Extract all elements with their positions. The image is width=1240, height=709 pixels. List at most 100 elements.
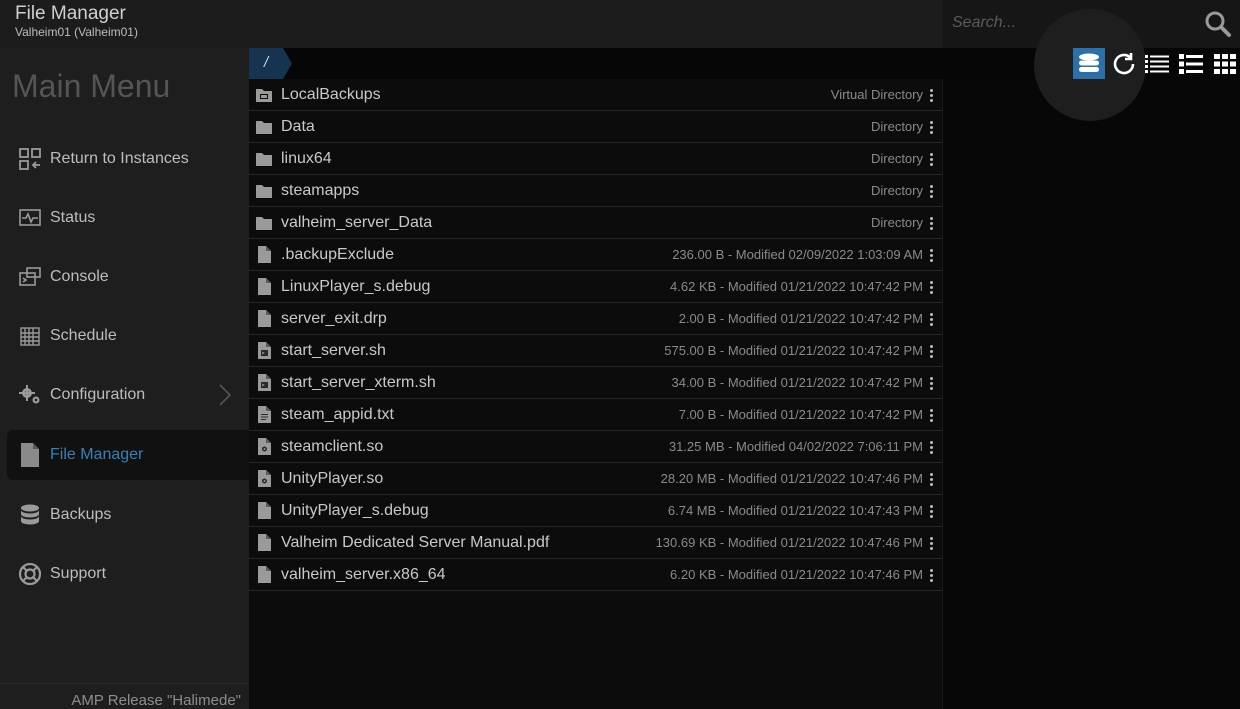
folder-icon [256, 182, 272, 200]
virtual-folder-icon [256, 86, 272, 104]
binary-file-icon [256, 438, 272, 456]
file-icon [256, 566, 272, 584]
more-options-icon[interactable] [928, 343, 934, 359]
file-row[interactable]: steamapps Directory [249, 175, 942, 207]
more-options-icon[interactable] [928, 471, 934, 487]
more-options-icon[interactable] [928, 407, 934, 423]
file-list: LocalBackups Virtual Directory Data Directo… [249, 79, 942, 709]
search-icon[interactable] [1204, 10, 1232, 38]
file-name: steamclient.so [281, 437, 384, 455]
file-name: Valheim Dedicated Server Manual.pdf [281, 533, 550, 551]
file-meta: 6.20 KB - Modified 01/21/2022 10:47:46 P… [670, 567, 923, 582]
schedule-icon [17, 323, 43, 349]
breadcrumb-root-label: / [264, 54, 269, 71]
file-name: server_exit.drp [281, 309, 387, 327]
sidebar-item-label: Backups [50, 506, 112, 523]
status-icon [17, 205, 43, 231]
sidebar-item-schedule[interactable]: Schedule [7, 311, 249, 361]
more-options-icon[interactable] [928, 119, 934, 135]
file-row[interactable]: Valheim Dedicated Server Manual.pdf 130.6… [249, 527, 942, 559]
sidebar-item-label: File Manager [50, 446, 144, 463]
database-icon [17, 502, 43, 528]
more-options-icon[interactable] [928, 567, 934, 583]
file-name: valheim_server_Data [281, 213, 433, 231]
file-icon [17, 442, 43, 468]
sidebar-item-backups[interactable]: Backups [7, 490, 249, 540]
instances-icon [17, 146, 43, 172]
file-row[interactable]: start_server.sh 575.00 B - Modified 01/21… [249, 335, 942, 367]
file-row[interactable]: steamclient.so 31.25 MB - Modified 04/02/… [249, 431, 942, 463]
file-row[interactable]: steam_appid.txt 7.00 B - Modified 01/21/2… [249, 399, 942, 431]
file-name: steam_appid.txt [281, 405, 394, 423]
more-options-icon[interactable] [928, 311, 934, 327]
file-name: valheim_server.x86_64 [281, 565, 446, 583]
more-options-icon[interactable] [928, 279, 934, 295]
file-meta: 6.74 MB - Modified 01/21/2022 10:47:43 P… [667, 503, 923, 518]
more-options-icon[interactable] [928, 151, 934, 167]
file-name: UnityPlayer_s.debug [281, 501, 429, 519]
file-icon [256, 278, 272, 296]
file-row[interactable]: UnityPlayer.so 28.20 MB - Modified 01/21/… [249, 463, 942, 495]
file-row[interactable]: start_server_xterm.sh 34.00 B - Modified … [249, 367, 942, 399]
main-menu-title: Main Menu [12, 68, 171, 104]
more-options-icon[interactable] [928, 535, 934, 551]
console-icon [17, 264, 43, 290]
sidebar-item-file-manager[interactable]: File Manager [7, 430, 249, 480]
file-row[interactable]: LocalBackups Virtual Directory [249, 79, 942, 111]
chevron-right-icon [219, 384, 232, 411]
file-row[interactable]: valheim_server_Data Directory [249, 207, 942, 239]
file-meta: 575.00 B - Modified 01/21/2022 10:47:42 … [664, 343, 923, 358]
file-meta: 236.00 B - Modified 02/09/2022 1:03:09 A… [672, 247, 923, 262]
datastore-icon[interactable] [1073, 48, 1105, 79]
file-row[interactable]: LinuxPlayer_s.debug 4.62 KB - Modified 01… [249, 271, 942, 303]
header: File Manager Valheim01 (Valheim01) [0, 0, 942, 48]
sidebar-item-console[interactable]: Console [7, 252, 249, 302]
sidebar-item-support[interactable]: Support [7, 549, 249, 599]
page-title: File Manager [15, 3, 126, 24]
script-file-icon [256, 342, 272, 360]
more-options-icon[interactable] [928, 215, 934, 231]
more-options-icon[interactable] [928, 439, 934, 455]
more-options-icon[interactable] [928, 87, 934, 103]
breadcrumb-root[interactable]: / [249, 48, 292, 79]
file-row[interactable]: server_exit.drp 2.00 B - Modified 01/21/2… [249, 303, 942, 335]
file-meta: 28.20 MB - Modified 01/21/2022 10:47:46 … [660, 471, 923, 486]
file-row[interactable]: valheim_server.x86_64 6.20 KB - Modified … [249, 559, 942, 591]
more-options-icon[interactable] [928, 247, 934, 263]
file-meta: Directory [870, 215, 923, 230]
sidebar-item-status[interactable]: Status [7, 193, 249, 243]
file-meta: Virtual Directory [830, 87, 923, 102]
file-row[interactable]: Data Directory [249, 111, 942, 143]
grid-view-icon[interactable] [1209, 48, 1240, 79]
file-meta: 7.00 B - Modified 01/21/2022 10:47:42 PM [678, 407, 923, 422]
text-file-icon [256, 406, 272, 424]
file-meta: 34.00 B - Modified 01/21/2022 10:47:42 P… [671, 375, 923, 390]
sidebar-item-return-to-instances[interactable]: Return to Instances [7, 134, 249, 184]
file-name: start_server.sh [281, 341, 386, 359]
sidebar-item-label: Schedule [50, 327, 117, 344]
file-name: UnityPlayer.so [281, 469, 384, 487]
file-name: LinuxPlayer_s.debug [281, 277, 431, 295]
app-root: File Manager Valheim01 (Valheim01) Main … [0, 0, 1240, 709]
more-options-icon[interactable] [928, 503, 934, 519]
folder-icon [256, 118, 272, 136]
file-meta: 31.25 MB - Modified 04/02/2022 7:06:11 P… [668, 439, 923, 454]
detail-view-icon[interactable] [1175, 48, 1207, 79]
gears-icon [17, 382, 43, 408]
release-label: AMP Release "Halimede" [71, 692, 241, 709]
file-row[interactable]: linux64 Directory [249, 143, 942, 175]
sidebar: Main Menu Return to Instances Status Con… [0, 48, 249, 709]
list-view-icon[interactable] [1141, 48, 1173, 79]
file-name: LocalBackups [281, 85, 381, 103]
file-name: .backupExclude [281, 245, 394, 263]
file-meta: 4.62 KB - Modified 01/21/2022 10:47:42 P… [670, 279, 923, 294]
file-row[interactable]: UnityPlayer_s.debug 6.74 MB - Modified 01… [249, 495, 942, 527]
refresh-icon[interactable] [1108, 48, 1140, 79]
more-options-icon[interactable] [928, 375, 934, 391]
folder-icon [256, 150, 272, 168]
file-name: steamapps [281, 181, 360, 199]
more-options-icon[interactable] [928, 183, 934, 199]
file-row[interactable]: .backupExclude 236.00 B - Modified 02/09/… [249, 239, 942, 271]
file-meta: 130.69 KB - Modified 01/21/2022 10:47:46… [655, 535, 923, 550]
sidebar-item-configuration[interactable]: Configuration [7, 370, 249, 420]
